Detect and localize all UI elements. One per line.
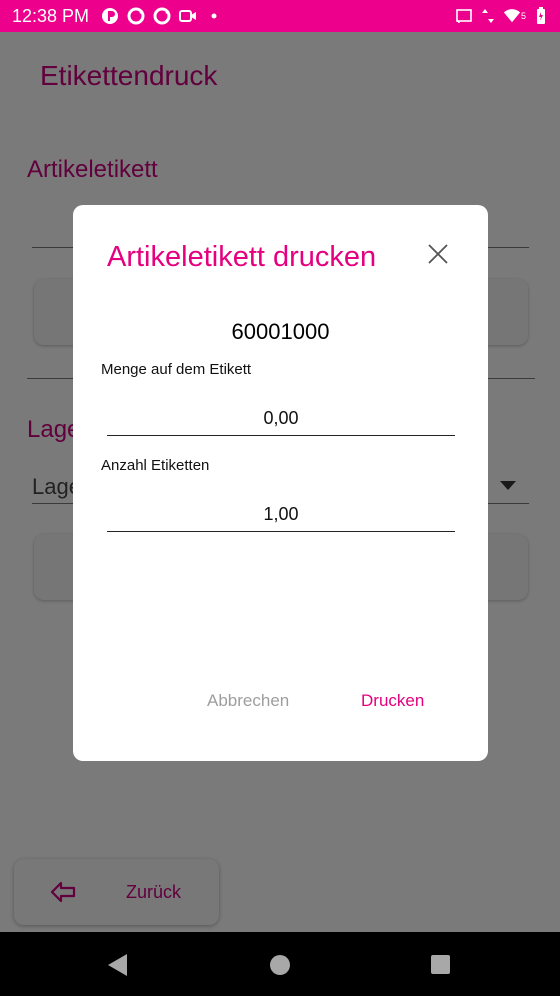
quantity-input[interactable]	[107, 401, 455, 436]
article-number: 60001000	[231, 319, 330, 344]
video-camera-icon	[179, 7, 197, 25]
system-status-icons: 5	[455, 0, 550, 32]
cast-icon	[455, 7, 473, 25]
dialog-title: Artikeletikett drucken	[107, 241, 377, 273]
print-button[interactable]: Drucken	[361, 691, 424, 711]
navigation-bar	[0, 932, 560, 996]
close-icon[interactable]	[427, 243, 449, 265]
sync-icon	[127, 7, 145, 25]
notification-icons	[101, 7, 223, 25]
cancel-button[interactable]: Abbrechen	[207, 691, 289, 711]
nav-recents-icon[interactable]	[431, 955, 450, 974]
label-count-label: Anzahl Etiketten	[101, 457, 210, 474]
sync-icon	[153, 7, 171, 25]
print-label-dialog: Artikeletikett drucken 60001000 Menge au…	[73, 205, 488, 761]
status-bar: 12:38 PM 5	[0, 0, 560, 32]
nav-back-icon[interactable]	[108, 954, 127, 976]
status-time: 12:38 PM	[12, 5, 90, 26]
label-count-input[interactable]	[107, 497, 455, 532]
battery-level: 5	[520, 11, 526, 21]
dot-icon	[205, 7, 223, 25]
quantity-label: Menge auf dem Etikett	[101, 361, 252, 378]
wifi-icon	[503, 7, 521, 25]
app-notification-icon	[101, 7, 119, 25]
nav-home-icon[interactable]	[270, 955, 290, 975]
battery-icon	[532, 7, 550, 25]
data-arrows-icon	[479, 7, 497, 25]
